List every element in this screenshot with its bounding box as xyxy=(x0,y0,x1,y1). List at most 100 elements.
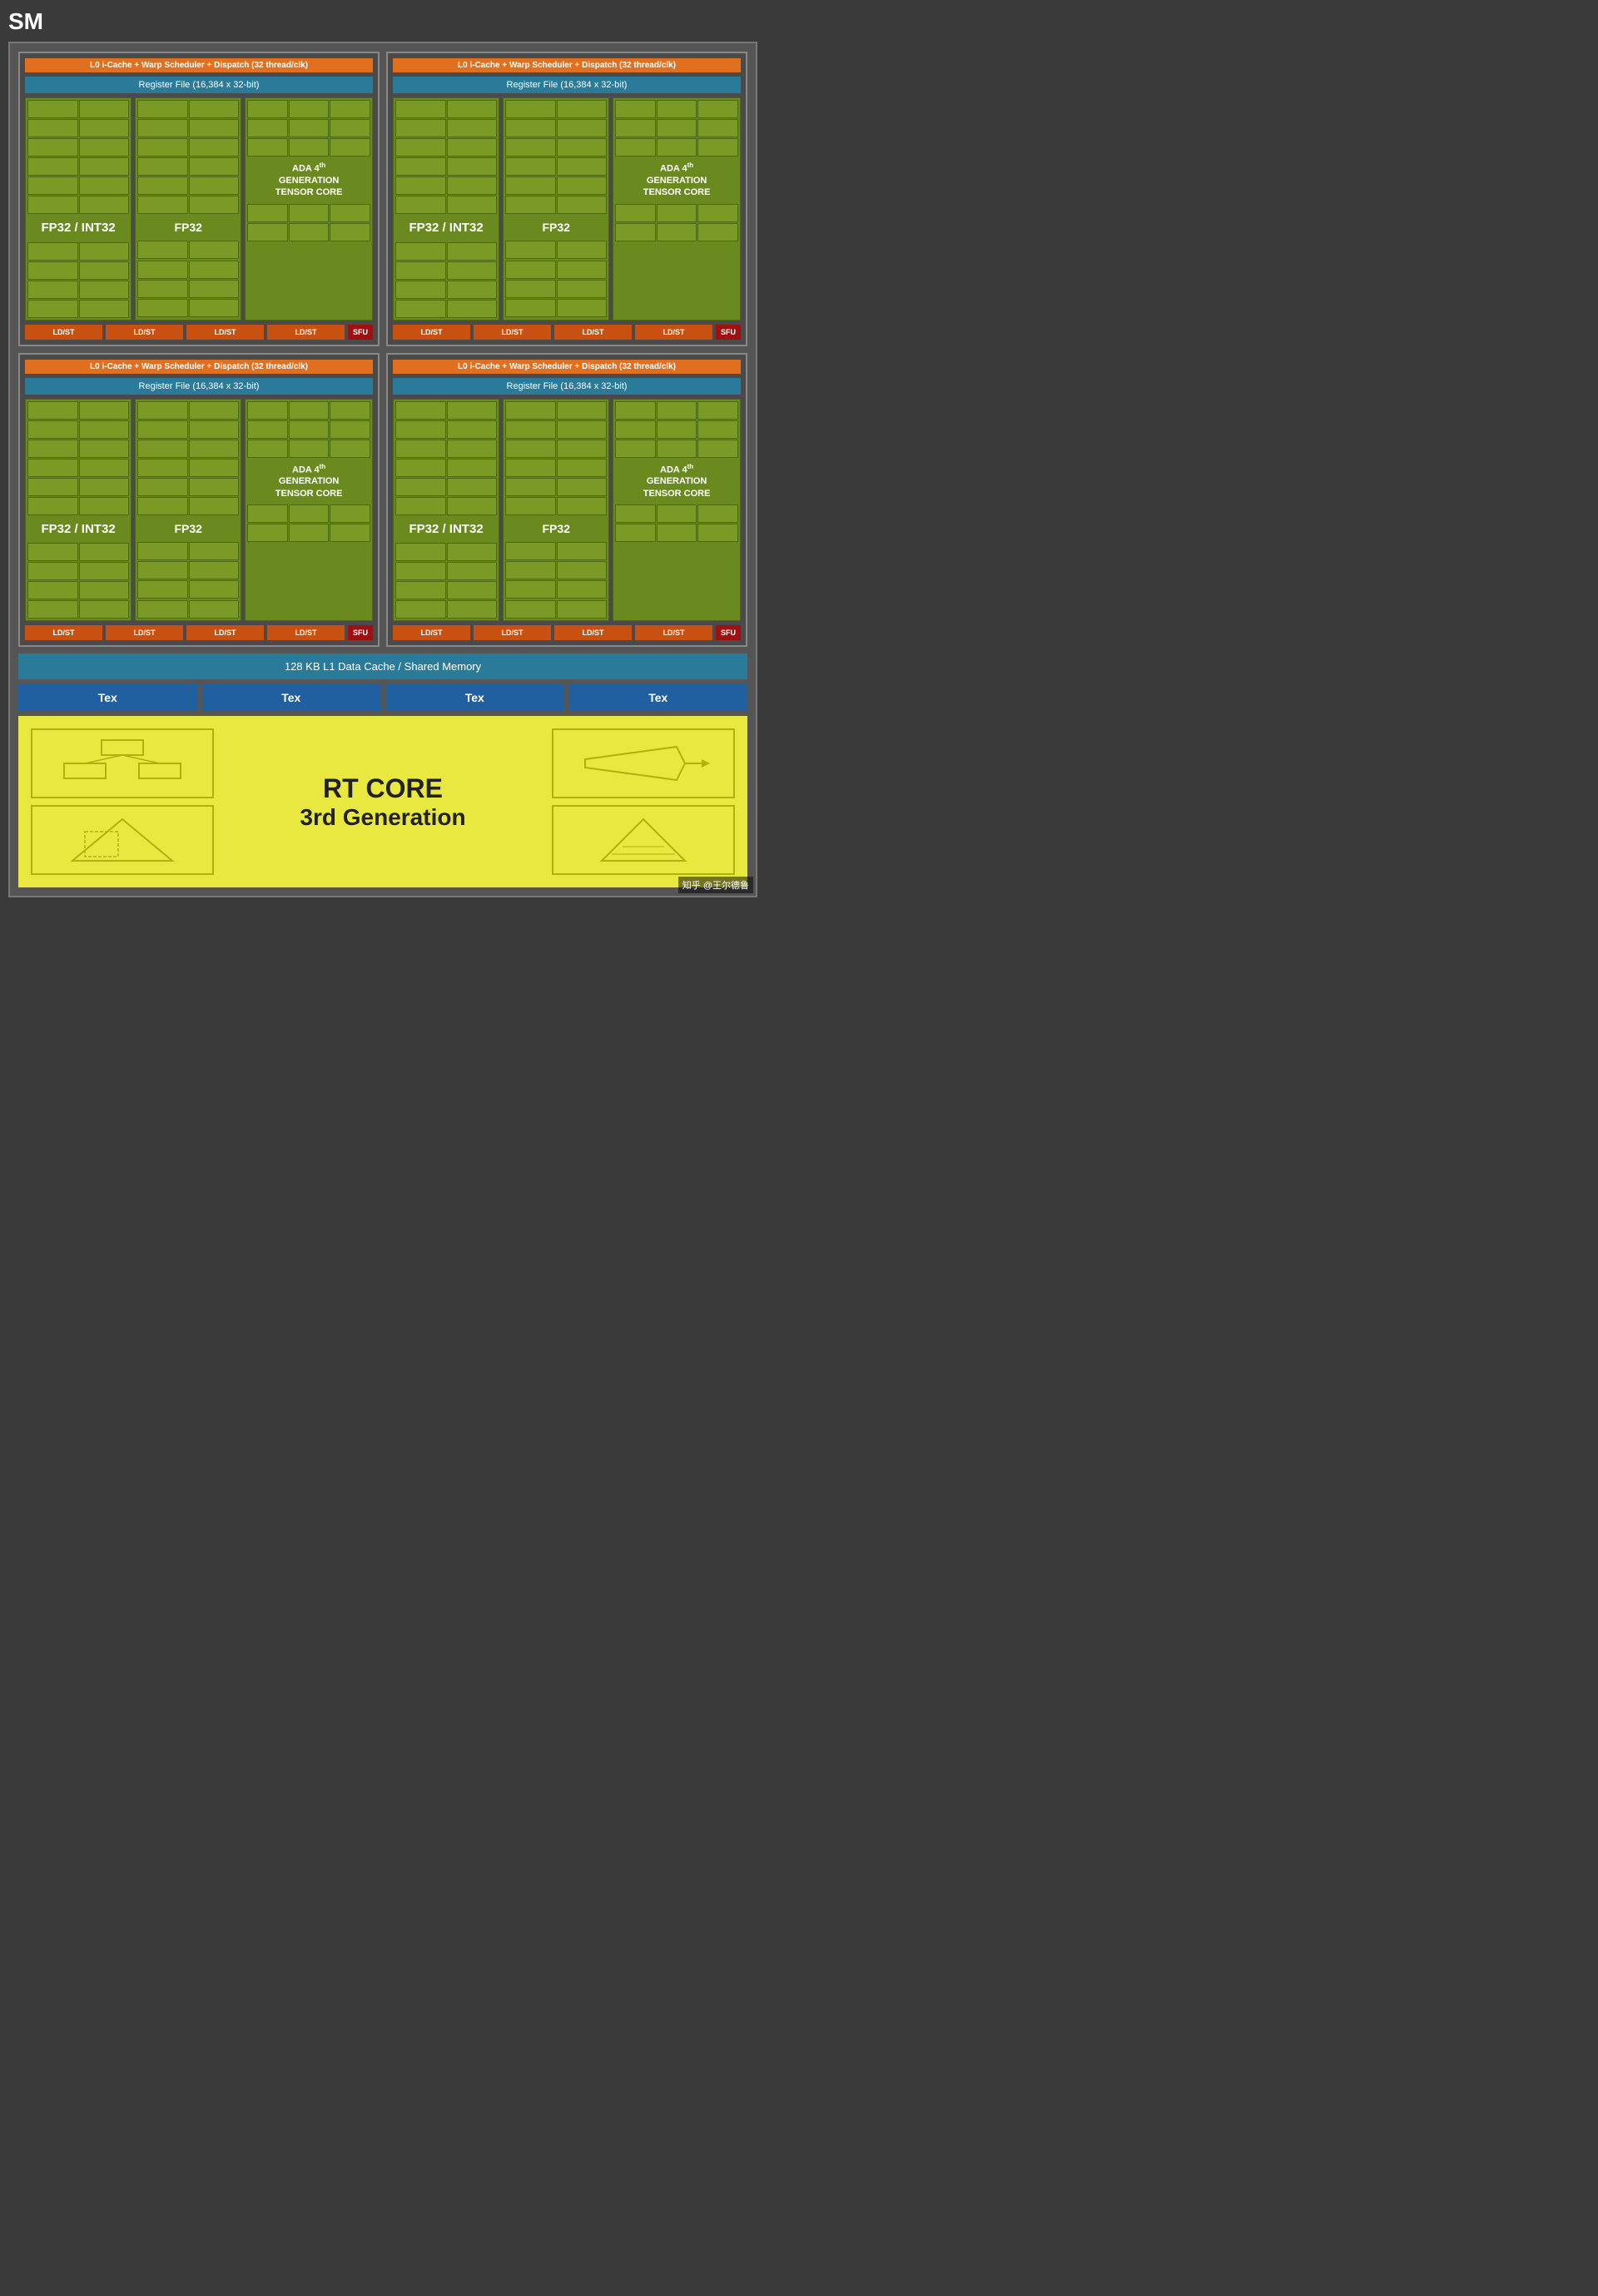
sfu-3: SFU xyxy=(716,625,741,640)
tensor-cell xyxy=(697,524,738,542)
cu-cell xyxy=(505,299,556,317)
ldst-10: LD/ST xyxy=(186,625,264,640)
tensor-cell xyxy=(657,524,697,542)
fp32-label-1: FP32 xyxy=(504,216,608,239)
register-file-bar-1: Register File (16,384 x 32-bit) xyxy=(393,77,741,93)
cu-cell xyxy=(79,196,130,214)
cu-cell xyxy=(137,561,188,579)
cu-cell xyxy=(447,600,498,619)
ldst-15: LD/ST xyxy=(635,625,712,640)
ldst-8: LD/ST xyxy=(25,625,102,640)
cu-cell xyxy=(557,280,608,298)
tensor-cell xyxy=(615,223,656,241)
ldst-5: LD/ST xyxy=(474,325,551,340)
tensor-cell xyxy=(657,223,697,241)
cu-cell xyxy=(27,242,78,261)
tensor-cell xyxy=(247,223,288,241)
ldst-3: LD/ST xyxy=(267,325,345,340)
tensor-cell xyxy=(247,401,288,420)
sub-unit-2: L0 i-Cache + Warp Scheduler + Dispatch (… xyxy=(18,353,380,648)
rt-icon-box-ray xyxy=(552,728,735,798)
tensor-cell xyxy=(697,204,738,222)
compute-area-3: FP32 / INT32 xyxy=(393,399,741,622)
tensor-cell xyxy=(657,420,697,439)
bottom-row-2: LD/ST LD/ST LD/ST LD/ST SFU xyxy=(25,625,373,640)
cu-cell xyxy=(395,176,446,195)
tensor-cell xyxy=(289,138,330,157)
cu-cell xyxy=(27,543,78,561)
cu-cell xyxy=(189,542,240,560)
tex-box-2: Tex xyxy=(385,684,564,711)
cu-cell xyxy=(395,600,446,619)
cu-cell xyxy=(557,119,608,137)
tensor-cell xyxy=(615,204,656,222)
cu-cell xyxy=(447,261,498,280)
tensor-cell xyxy=(330,524,370,542)
cu-cell xyxy=(27,478,78,496)
cu-cell xyxy=(447,478,498,496)
cu-cell xyxy=(27,100,78,118)
cu-cell xyxy=(505,100,556,118)
cu-cell xyxy=(557,176,608,195)
cu-cell xyxy=(395,401,446,420)
fp32-label-3: FP32 xyxy=(504,517,608,540)
cu-cell xyxy=(557,600,608,619)
cu-cell xyxy=(137,119,188,137)
cu-cell xyxy=(395,119,446,137)
cu-cell xyxy=(557,542,608,560)
tensor-cell xyxy=(289,524,330,542)
cu-cell xyxy=(79,176,130,195)
cu-cell xyxy=(395,459,446,477)
ldst-1: LD/ST xyxy=(106,325,183,340)
tensor-label-0: ADA 4thGENERATIONTENSOR CORE xyxy=(246,158,372,202)
cu-cell xyxy=(395,440,446,458)
rt-core-subtitle: 3rd Generation xyxy=(222,804,543,831)
register-file-bar-2: Register File (16,384 x 32-bit) xyxy=(25,378,373,395)
cu-cell xyxy=(395,420,446,439)
tensor-cell xyxy=(615,440,656,458)
cu-cell xyxy=(79,459,130,477)
cu-cell xyxy=(137,196,188,214)
cu-cell xyxy=(79,261,130,280)
fp32-block-1: FP32 xyxy=(503,97,609,321)
tensor-cell xyxy=(330,138,370,157)
cu-cell xyxy=(79,100,130,118)
tensor-cell xyxy=(247,100,288,118)
fp32-label-2: FP32 xyxy=(136,517,241,540)
tensor-cell xyxy=(697,138,738,157)
cu-cell xyxy=(505,440,556,458)
sfu-2: SFU xyxy=(348,625,373,640)
tensor-cell xyxy=(330,100,370,118)
tensor-cell xyxy=(615,100,656,118)
cu-cell xyxy=(505,138,556,157)
cu-cell xyxy=(395,138,446,157)
compute-area-1: FP32 / INT32 xyxy=(393,97,741,321)
tensor-cell xyxy=(657,100,697,118)
cu-cell xyxy=(137,241,188,259)
fp32-int32-block-2: FP32 / INT32 xyxy=(25,399,132,622)
cu-cell xyxy=(447,138,498,157)
cu-cell xyxy=(395,281,446,299)
ldst-14: LD/ST xyxy=(554,625,632,640)
cu-cell xyxy=(395,100,446,118)
bottom-row-0: LD/ST LD/ST LD/ST LD/ST SFU xyxy=(25,325,373,340)
cu-cell xyxy=(447,119,498,137)
cu-cell xyxy=(557,580,608,599)
cu-cell xyxy=(189,157,240,176)
cu-cell xyxy=(395,478,446,496)
cu-cell xyxy=(189,440,240,458)
cu-cell xyxy=(189,261,240,279)
cu-cell xyxy=(27,420,78,439)
tensor-cell xyxy=(615,504,656,523)
tensor-cell xyxy=(247,440,288,458)
cu-cell xyxy=(505,176,556,195)
cu-cell xyxy=(505,542,556,560)
cu-cell xyxy=(447,196,498,214)
warp-scheduler-bar-3: L0 i-Cache + Warp Scheduler + Dispatch (… xyxy=(393,360,741,374)
tensor-cell xyxy=(247,420,288,439)
cu-cell xyxy=(189,497,240,515)
tensor-block-0: ADA 4thGENERATIONTENSOR CORE xyxy=(245,97,373,321)
cu-cell xyxy=(27,261,78,280)
ldst-12: LD/ST xyxy=(393,625,470,640)
cu-cell xyxy=(505,157,556,176)
